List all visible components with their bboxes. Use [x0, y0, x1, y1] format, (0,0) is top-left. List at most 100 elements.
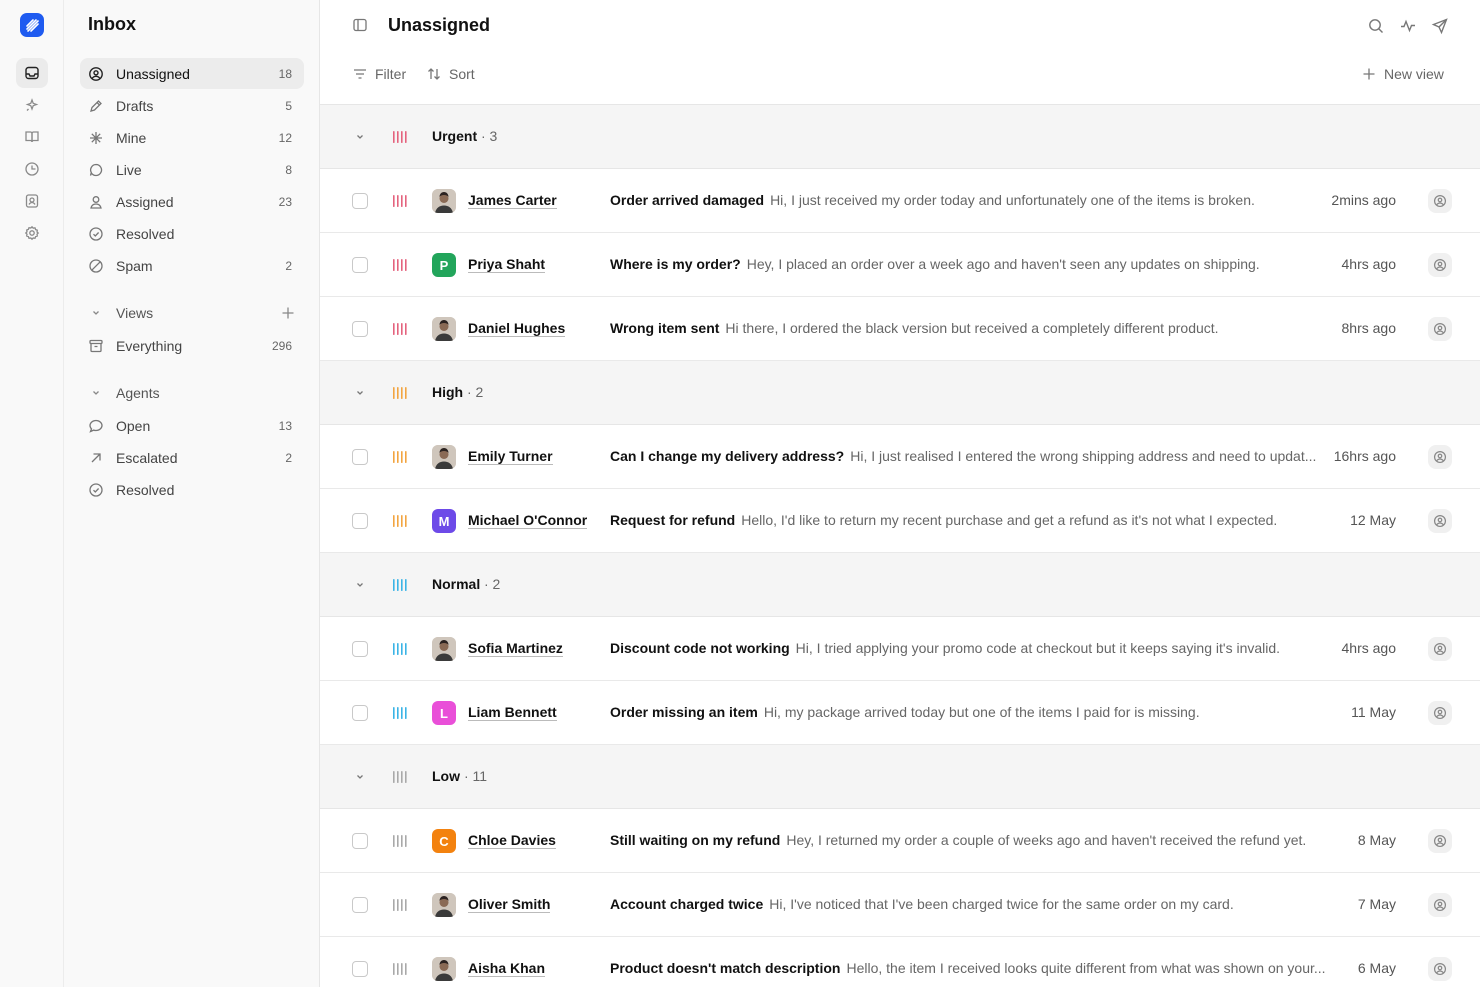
check-circle-icon	[89, 482, 103, 497]
message-preview[interactable]: Account charged twice Hi, I've noticed th…	[610, 896, 1330, 912]
group-header-high[interactable]: High · 2	[320, 361, 1480, 425]
row-checkbox[interactable]	[352, 449, 368, 465]
sidebar-item-resolved[interactable]: Resolved	[80, 218, 304, 249]
add-view-icon[interactable]	[280, 305, 296, 321]
rail-ai-button[interactable]	[16, 90, 48, 120]
views-section-header[interactable]: Views	[80, 298, 304, 328]
row-checkbox[interactable]	[352, 961, 368, 977]
ticket-list: Urgent · 3 James Carter Order arrived damag…	[320, 105, 1480, 987]
assign-button[interactable]	[1428, 317, 1452, 341]
sidebar-item-live[interactable]: Live 8	[80, 154, 304, 185]
row-checkbox[interactable]	[352, 257, 368, 273]
chevron-down-icon[interactable]	[352, 129, 368, 145]
sidebar-item-spam[interactable]: Spam 2	[80, 250, 304, 281]
filter-button[interactable]: Filter	[352, 64, 406, 84]
send-icon[interactable]	[1431, 17, 1449, 35]
rail-contacts-button[interactable]	[16, 186, 48, 216]
ticket-row[interactable]: Daniel Hughes Wrong item sent Hi there, I …	[320, 297, 1480, 361]
rail-reports-button[interactable]	[16, 154, 48, 184]
chevron-down-icon[interactable]	[352, 577, 368, 593]
assign-button[interactable]	[1428, 829, 1452, 853]
rail-inbox-button[interactable]	[16, 58, 48, 88]
chevron-down-icon[interactable]	[352, 769, 368, 785]
sidebar-item-label: Resolved	[116, 481, 175, 498]
message-preview[interactable]: Order arrived damaged Hi, I just received…	[610, 192, 1330, 208]
customer-name[interactable]: Oliver Smith	[468, 896, 551, 913]
ticket-row[interactable]: Sofia Martinez Discount code not working H…	[320, 617, 1480, 681]
search-icon[interactable]	[1367, 17, 1385, 35]
sidebar-item-everything[interactable]: Everything 296	[80, 330, 304, 361]
ticket-row[interactable]: Oliver Smith Account charged twice Hi, I'v…	[320, 873, 1480, 937]
message-preview[interactable]: Request for refund Hello, I'd like to ret…	[610, 512, 1330, 528]
sidebar-item-agents-escalated[interactable]: Escalated 2	[80, 442, 304, 473]
sidebar-item-mine[interactable]: Mine 12	[80, 122, 304, 153]
sidebar-item-drafts[interactable]: Drafts 5	[80, 90, 304, 121]
row-checkbox[interactable]	[352, 513, 368, 529]
assign-button[interactable]	[1428, 445, 1452, 469]
sidebar-item-assigned[interactable]: Assigned 23	[80, 186, 304, 217]
sort-button[interactable]: Sort	[426, 64, 475, 84]
row-checkbox[interactable]	[352, 705, 368, 721]
row-checkbox[interactable]	[352, 641, 368, 657]
ticket-row[interactable]: P Priya Shaht Where is my order? Hey, I pla…	[320, 233, 1480, 297]
customer-name[interactable]: Aisha Khan	[468, 960, 546, 977]
ticket-row[interactable]: C Chloe Davies Still waiting on my refund H…	[320, 809, 1480, 873]
group-header-normal[interactable]: Normal · 2	[320, 553, 1480, 617]
message-preview[interactable]: Can I change my delivery address? Hi, I j…	[610, 448, 1330, 464]
message-preview[interactable]: Wrong item sent Hi there, I ordered the b…	[610, 320, 1330, 336]
group-header-low[interactable]: Low · 11	[320, 745, 1480, 809]
customer-name[interactable]: James Carter	[468, 192, 557, 209]
assign-button[interactable]	[1428, 637, 1452, 661]
ticket-subject: Order missing an item	[610, 704, 758, 720]
assign-button[interactable]	[1428, 701, 1452, 725]
row-checkbox[interactable]	[352, 897, 368, 913]
ban-icon	[89, 258, 103, 273]
assign-button[interactable]	[1428, 253, 1452, 277]
new-view-button[interactable]: New view	[1361, 64, 1444, 84]
activity-icon[interactable]	[1399, 17, 1417, 35]
priority-bars-icon	[393, 323, 407, 335]
customer-name[interactable]: Chloe Davies	[468, 832, 556, 849]
new-view-label: New view	[1384, 66, 1444, 82]
customer-name[interactable]: Sofia Martinez	[468, 640, 563, 657]
customer-name[interactable]: Liam Bennett	[468, 704, 557, 721]
sidebar-toggle-icon[interactable]	[352, 17, 368, 33]
row-checkbox[interactable]	[352, 193, 368, 209]
sidebar-item-count: 2	[285, 450, 292, 465]
priority-bars-icon	[393, 131, 407, 143]
assign-button[interactable]	[1428, 893, 1452, 917]
ticket-row[interactable]: Emily Turner Can I change my delivery add…	[320, 425, 1480, 489]
assign-button[interactable]	[1428, 189, 1452, 213]
priority-indicator	[392, 131, 408, 143]
agents-section-header[interactable]: Agents	[80, 378, 304, 408]
customer-name[interactable]: Daniel Hughes	[468, 320, 566, 337]
ticket-row[interactable]: L Liam Bennett Order missing an item Hi, my…	[320, 681, 1480, 745]
rail-knowledge-button[interactable]	[16, 122, 48, 152]
ticket-subject: Request for refund	[610, 512, 736, 528]
message-preview[interactable]: Product doesn't match description Hello, …	[610, 960, 1330, 976]
sidebar-item-unassigned[interactable]: Unassigned 18	[80, 58, 304, 89]
row-checkbox[interactable]	[352, 833, 368, 849]
group-header-urgent[interactable]: Urgent · 3	[320, 105, 1480, 169]
sidebar-item-agents-resolved[interactable]: Resolved	[80, 474, 304, 505]
row-checkbox[interactable]	[352, 321, 368, 337]
customer-name[interactable]: Emily Turner	[468, 448, 553, 465]
ticket-row[interactable]: M Michael O'Connor Request for refund Hello…	[320, 489, 1480, 553]
chat-bubble-icon	[89, 163, 103, 176]
ticket-row[interactable]: Aisha Khan Product doesn't match descript…	[320, 937, 1480, 987]
assign-button[interactable]	[1428, 509, 1452, 533]
sidebar-item-label: Mine	[116, 129, 147, 146]
rail-settings-button[interactable]	[16, 218, 48, 248]
message-preview[interactable]: Where is my order? Hey, I placed an order…	[610, 256, 1330, 272]
message-preview[interactable]: Discount code not working Hi, I tried app…	[610, 640, 1330, 656]
app-logo[interactable]	[20, 13, 44, 37]
assign-button[interactable]	[1428, 957, 1452, 981]
message-preview[interactable]: Order missing an item Hi, my package arri…	[610, 704, 1330, 720]
sidebar-item-agents-open[interactable]: Open 13	[80, 410, 304, 441]
chevron-down-icon[interactable]	[352, 385, 368, 401]
message-preview[interactable]: Still waiting on my refund Hey, I returne…	[610, 832, 1330, 848]
customer-name[interactable]: Michael O'Connor	[468, 512, 588, 529]
ticket-row[interactable]: James Carter Order arrived damaged Hi, I j…	[320, 169, 1480, 233]
avatar-photo	[432, 893, 456, 917]
customer-name[interactable]: Priya Shaht	[468, 256, 546, 273]
